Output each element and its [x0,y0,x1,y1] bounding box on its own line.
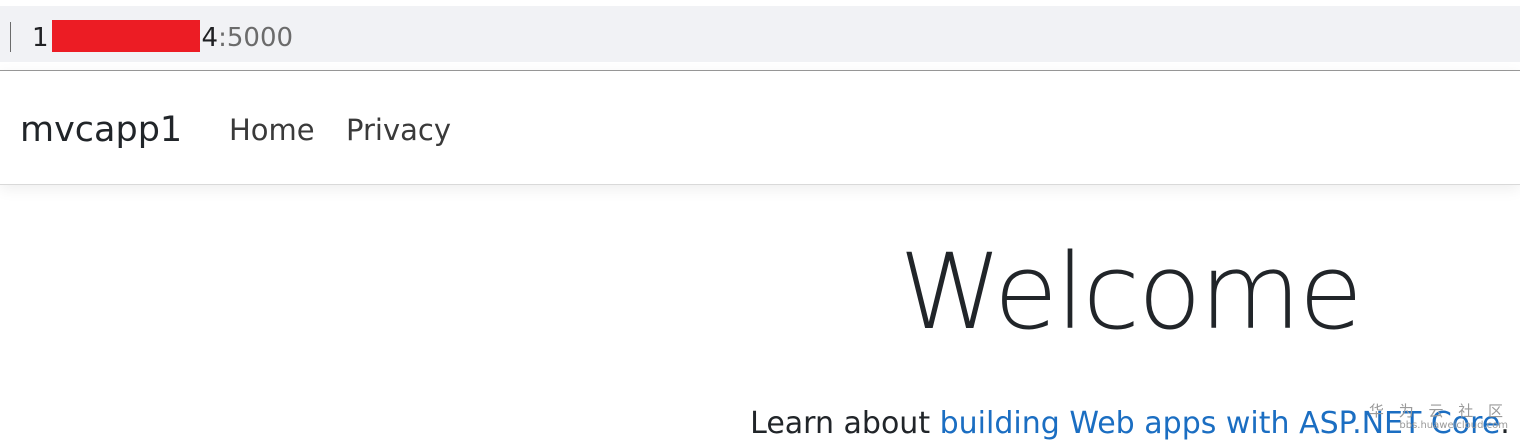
welcome-heading: Welcome [899,231,1363,353]
redaction-box [51,20,200,52]
nav-link-home[interactable]: Home [229,112,315,148]
nav-link-privacy[interactable]: Privacy [346,112,451,148]
text-caret [10,22,11,52]
brand-link[interactable]: mvcapp1 [20,109,182,151]
url-port: :5000 [218,23,294,53]
site-navbar: mvcapp1 Home Privacy [0,71,1520,185]
learn-about-text: Learn about building Web apps with ASP.N… [0,404,1520,444]
watermark-url: bbs.huaweicloud.com [1399,420,1508,431]
learn-prefix: Learn about [750,406,940,441]
url-prefix: 1 [32,23,49,53]
address-bar[interactable]: 1 4:5000 [0,6,1520,62]
url-suffix: 4 [201,23,219,53]
huawei-cloud-watermark: 华 为 云 社 区 bbs.huaweicloud.com [1369,402,1508,432]
watermark-text: 华 为 云 社 区 [1368,402,1508,420]
url-field[interactable]: 1 4:5000 [32,20,293,56]
